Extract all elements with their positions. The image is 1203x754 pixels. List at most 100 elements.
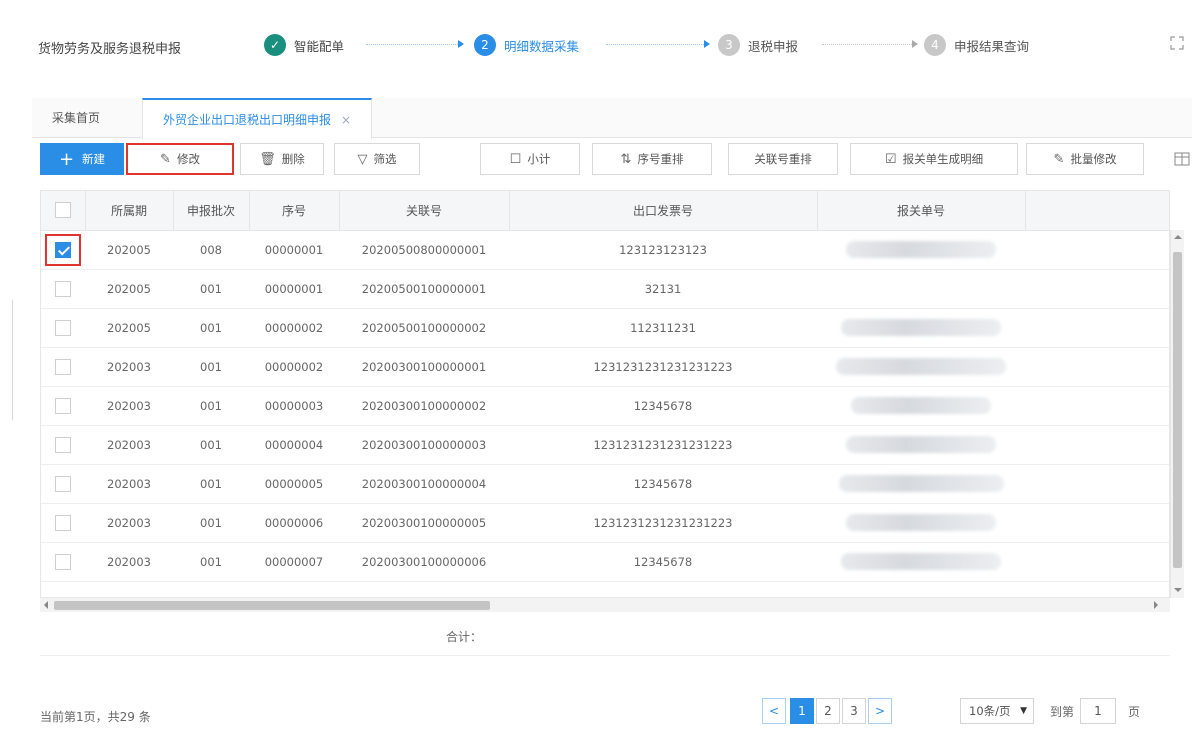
batch-cell: 001: [173, 464, 249, 504]
extra-cell: [1025, 308, 1169, 348]
goto-label: 到第: [1050, 705, 1075, 719]
table-row[interactable]: 202003 001 00000003 20200300100000002 123456…: [41, 386, 1169, 426]
seq-cell: 00000006: [249, 503, 339, 543]
page-button-2[interactable]: 2: [816, 698, 840, 724]
scroll-thumb[interactable]: [1173, 252, 1182, 568]
column-header[interactable]: 申报批次: [173, 191, 250, 231]
prev-page-button[interactable]: <: [762, 698, 786, 724]
row-select-cell[interactable]: [41, 269, 85, 309]
relation-number-cell: 20200500100000001: [339, 269, 509, 309]
scroll-down-icon[interactable]: [1174, 588, 1182, 592]
scroll-right-icon[interactable]: [1154, 601, 1158, 609]
redacted-value: [846, 436, 996, 453]
total-row: 合计：: [40, 614, 1170, 656]
step-number-icon: 2: [474, 34, 496, 56]
page-button-1[interactable]: 1: [790, 698, 814, 724]
vertical-scrollbar[interactable]: [1170, 230, 1184, 598]
step-detail-collection[interactable]: 2 明细数据采集: [474, 33, 579, 57]
page-button-3[interactable]: 3: [842, 698, 866, 724]
customs-number-cell: [817, 386, 1025, 426]
relation-number-cell: 20200300100000006: [339, 542, 509, 582]
table-row[interactable]: 202005 001 00000002 20200500100000002 112311…: [41, 308, 1169, 348]
step-label: 申报结果查询: [954, 38, 1030, 54]
tab-label: 外贸企业出口退税出口明细申报: [163, 113, 332, 127]
row-checkbox[interactable]: [55, 280, 71, 297]
step-label: 退税申报: [748, 38, 799, 54]
scroll-up-icon[interactable]: [1174, 235, 1182, 239]
invoice-number-cell: 112311231: [509, 308, 817, 348]
goto-page-input[interactable]: 1: [1080, 698, 1116, 724]
batch-cell: 001: [173, 503, 249, 543]
batch-cell: 001: [173, 269, 249, 309]
edit-icon: ✎: [160, 151, 171, 167]
invoice-number-cell: 1231231231231231223: [509, 503, 817, 543]
fullscreen-icon[interactable]: [1170, 36, 1184, 50]
step-result-query[interactable]: 4 申报结果查询: [924, 33, 1029, 57]
row-select-cell[interactable]: [41, 425, 85, 465]
row-checkbox[interactable]: [55, 475, 71, 492]
subtotal-button-label: 小计: [527, 152, 551, 166]
generate-from-customs-button[interactable]: ☑ 报关单生成明细: [850, 143, 1018, 175]
close-icon[interactable]: ×: [341, 113, 351, 127]
row-checkbox[interactable]: [55, 319, 71, 336]
table-row[interactable]: 202003 001 00000005 20200300100000004 123456…: [41, 464, 1169, 504]
seq-cell: 00000004: [249, 425, 339, 465]
batch-edit-button-label: 批量修改: [1070, 152, 1117, 166]
row-select-cell[interactable]: [41, 308, 85, 348]
subtotal-button[interactable]: ☐ 小计: [480, 143, 580, 175]
filter-button[interactable]: ▽ 筛选: [334, 143, 420, 175]
row-select-cell[interactable]: [41, 230, 85, 270]
table-row[interactable]: 202005 008 00000001 20200500800000001 123123…: [41, 230, 1169, 270]
step-tax-refund[interactable]: 3 退税申报: [718, 33, 798, 57]
extra-cell: [1025, 425, 1169, 465]
row-select-cell[interactable]: [41, 386, 85, 426]
page-title: 货物劳务及服务退税申报: [38, 42, 182, 57]
step-smart-match[interactable]: ✓ 智能配单: [264, 33, 344, 57]
table-row[interactable]: 202003 001 00000002 20200300100000001 123123…: [41, 347, 1169, 387]
column-header[interactable]: 序号: [249, 191, 340, 231]
filter-icon: ▽: [357, 151, 368, 167]
invoice-number-cell: 32131: [509, 269, 817, 309]
column-header[interactable]: 关联号: [339, 191, 510, 231]
row-checkbox[interactable]: [55, 436, 71, 453]
step-label: 明细数据采集: [504, 38, 580, 54]
row-select-cell[interactable]: [41, 347, 85, 387]
batch-cell: 001: [173, 425, 249, 465]
table-row[interactable]: 202003 001 00000007 20200300100000006 123456…: [41, 542, 1169, 582]
new-button[interactable]: + 新建: [40, 143, 124, 175]
edit-button[interactable]: ✎ 修改: [126, 143, 234, 175]
redacted-value: [836, 358, 1006, 375]
column-header[interactable]: 所属期: [85, 191, 174, 231]
table-row[interactable]: 202003 001 00000004 20200300100000003 123123…: [41, 425, 1169, 465]
page-size-select[interactable]: 10条/页 ▼: [960, 698, 1034, 724]
scroll-left-icon[interactable]: [44, 601, 48, 609]
row-select-cell[interactable]: [41, 503, 85, 543]
next-page-button[interactable]: >: [868, 698, 892, 724]
relno-renumber-button[interactable]: 关联号重排: [728, 143, 838, 175]
row-checkbox[interactable]: [55, 514, 71, 531]
customs-number-cell: [817, 347, 1025, 387]
tab-export-detail[interactable]: 外贸企业出口退税出口明细申报 ×: [142, 98, 373, 139]
row-select-cell[interactable]: [41, 464, 85, 504]
batch-edit-button[interactable]: ✎ 批量修改: [1026, 143, 1144, 175]
row-checkbox[interactable]: [55, 397, 71, 414]
delete-button[interactable]: 🗑 删除: [240, 143, 324, 175]
row-checkbox[interactable]: [55, 358, 71, 375]
column-settings-icon[interactable]: [1174, 151, 1190, 167]
row-select-cell[interactable]: [41, 542, 85, 582]
horizontal-scrollbar[interactable]: [40, 598, 1170, 612]
row-checkbox[interactable]: [55, 553, 71, 570]
table-row[interactable]: 202005 001 00000001 20200500100000001 32131: [41, 269, 1169, 309]
renumber-button[interactable]: ⇅ 序号重排: [592, 143, 712, 175]
select-all-checkbox[interactable]: [54, 202, 71, 219]
tab-collection-home[interactable]: 采集首页: [32, 98, 120, 138]
batch-cell: 001: [173, 542, 249, 582]
column-header[interactable]: 出口发票号: [509, 191, 818, 231]
table-row[interactable]: 202003 001 00000006 20200300100000005 123123…: [41, 503, 1169, 543]
row-checkbox[interactable]: [55, 241, 71, 258]
scroll-thumb[interactable]: [54, 601, 490, 610]
select-all-cell[interactable]: [41, 191, 86, 231]
extra-cell: [1025, 386, 1169, 426]
page-suffix: 页: [1128, 705, 1141, 719]
column-header[interactable]: 报关单号: [817, 191, 1026, 231]
